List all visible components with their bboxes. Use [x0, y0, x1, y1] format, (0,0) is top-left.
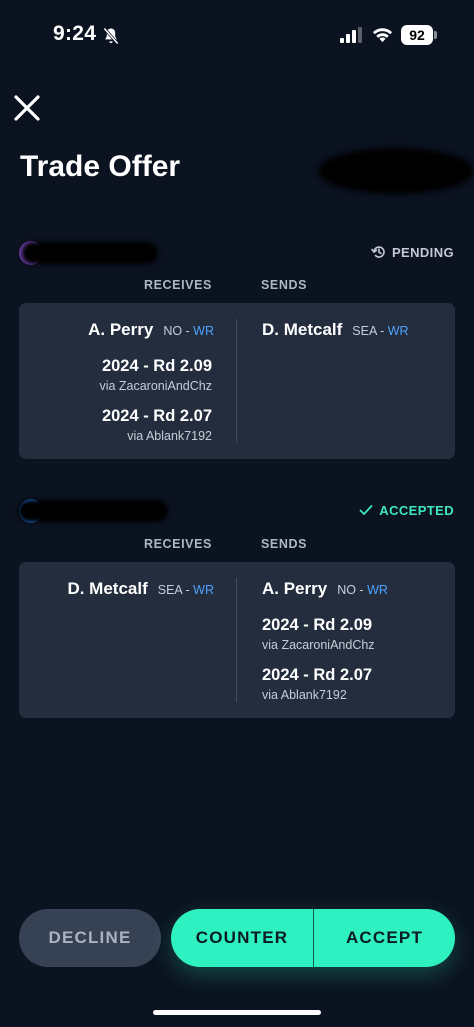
receives-header: RECEIVES — [143, 278, 212, 292]
pick-via: via ZacaroniAndChz — [99, 379, 212, 393]
player-name: A. Perry — [262, 579, 328, 598]
accept-button[interactable]: ACCEPT — [314, 909, 455, 967]
close-icon[interactable] — [12, 93, 42, 123]
pick-label: 2024 - Rd 2.07 — [101, 407, 212, 425]
draft-pick: 2024 - Rd 2.09 via ZacaroniAndChz — [262, 616, 442, 652]
column-headers: RECEIVES SENDS — [0, 537, 474, 555]
redacted-username — [18, 500, 168, 522]
battery-nub — [434, 31, 437, 39]
player-name: A. Perry — [88, 320, 154, 339]
offer-user-row: PENDING — [0, 236, 474, 270]
pick-via: via ZacaroniAndChz — [262, 638, 375, 652]
offer-user-row: ACCEPTED — [0, 494, 474, 528]
receives-header: RECEIVES — [143, 537, 212, 551]
player-entry: A. Perry NO - WR — [262, 579, 388, 599]
sends-header: SENDS — [261, 278, 308, 292]
status-label: PENDING — [391, 244, 454, 260]
pick-label: 2024 - Rd 2.09 — [101, 357, 212, 375]
card-divider — [236, 319, 237, 443]
cellular-signal-icon — [340, 27, 362, 43]
player-name: D. Metcalf — [262, 320, 343, 339]
player-team-position: NO - WR — [163, 324, 214, 338]
player-entry: D. Metcalf SEA - WR — [262, 320, 409, 340]
trade-card: D. Metcalf SEA - WR A. Perry NO - WR 202… — [19, 562, 455, 718]
draft-pick: 2024 - Rd 2.07 via Ablank7192 — [262, 666, 442, 702]
check-icon — [359, 505, 373, 515]
redacted-username — [22, 242, 158, 264]
player-team-position: NO - WR — [337, 583, 388, 597]
player-name: D. Metcalf — [67, 579, 148, 598]
history-icon — [371, 246, 385, 258]
status-badge: ACCEPTED — [358, 502, 454, 518]
pick-label: 2024 - Rd 2.09 — [262, 616, 373, 634]
player-team-position: SEA - WR — [352, 324, 409, 338]
player-entry: D. Metcalf SEA - WR — [67, 579, 214, 599]
pick-label: 2024 - Rd 2.07 — [262, 666, 373, 684]
card-divider — [236, 578, 237, 702]
battery-level: 92 — [401, 25, 433, 45]
pick-via: via Ablank7192 — [262, 688, 347, 702]
action-button-group: COUNTER ACCEPT — [171, 909, 455, 967]
pick-via: via Ablank7192 — [127, 429, 212, 443]
draft-pick: 2024 - Rd 2.07 via Ablank7192 — [32, 407, 212, 443]
home-indicator[interactable] — [153, 1010, 321, 1015]
status-bar: 9:24 92 — [0, 0, 474, 70]
decline-button[interactable]: DECLINE — [19, 909, 161, 967]
bell-off-icon — [103, 27, 119, 45]
sends-header: SENDS — [261, 537, 308, 551]
player-team-position: SEA - WR — [157, 583, 214, 597]
redacted-region — [318, 148, 474, 194]
counter-button[interactable]: COUNTER — [171, 909, 313, 967]
status-time: 9:24 — [53, 22, 97, 45]
player-entry: A. Perry NO - WR — [88, 320, 214, 340]
trade-card: A. Perry NO - WR 2024 - Rd 2.09 via Zaca… — [19, 303, 455, 459]
status-label: ACCEPTED — [379, 502, 454, 518]
page-title: Trade Offer — [20, 150, 181, 183]
status-badge: PENDING — [371, 244, 454, 260]
draft-pick: 2024 - Rd 2.09 via ZacaroniAndChz — [32, 357, 212, 393]
column-headers: RECEIVES SENDS — [0, 278, 474, 296]
wifi-icon — [372, 28, 393, 43]
